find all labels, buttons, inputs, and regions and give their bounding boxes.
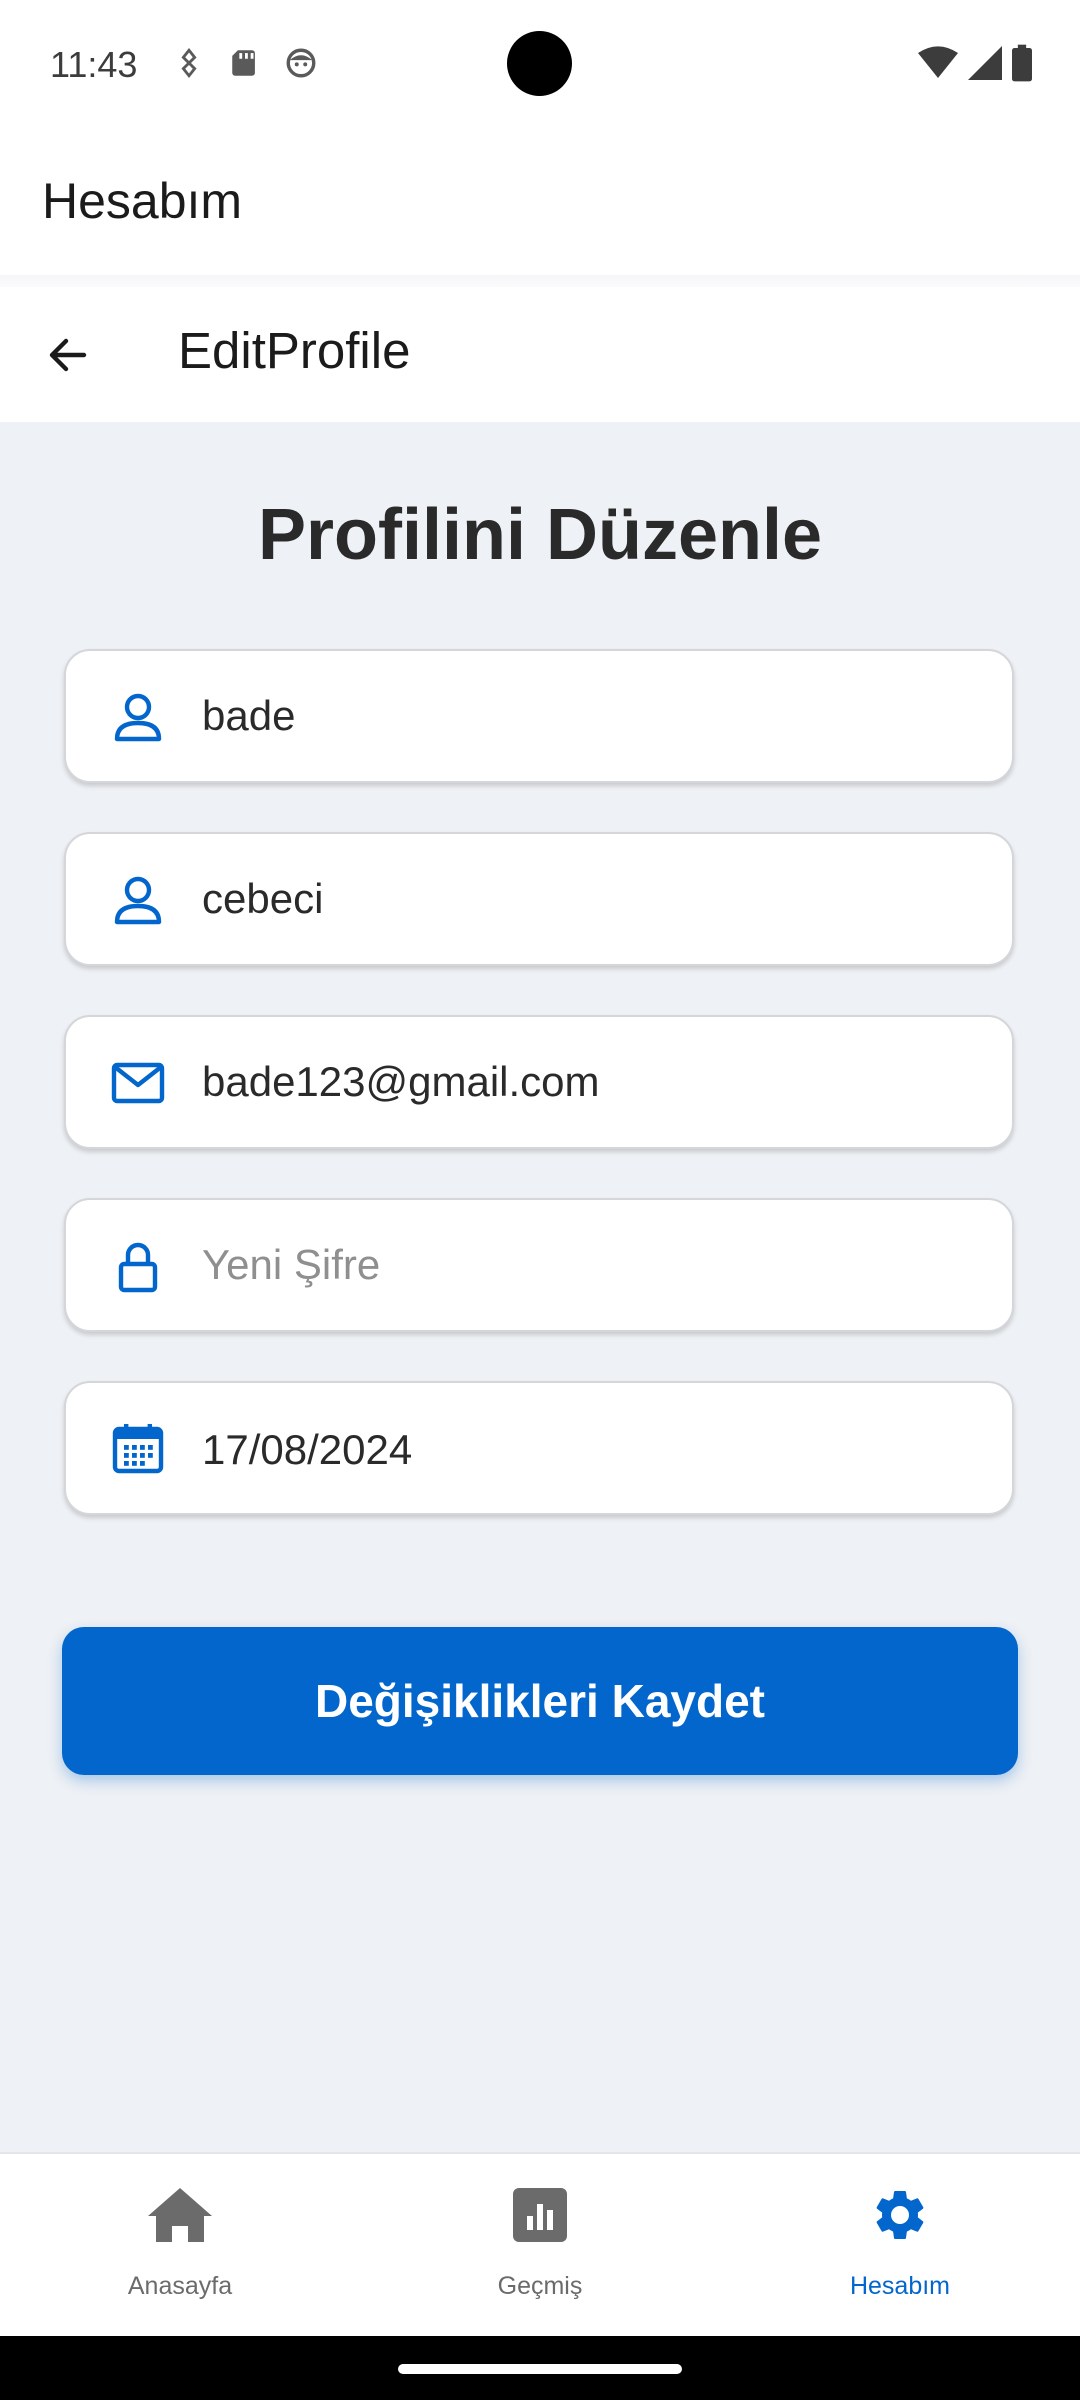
nav-item-history[interactable]: Geçmiş bbox=[360, 2154, 720, 2338]
app-bar-divider bbox=[0, 275, 1080, 287]
page-title: Profilini Düzenle bbox=[257, 495, 823, 575]
new-password-input[interactable] bbox=[202, 1200, 982, 1330]
lock-icon bbox=[110, 1238, 166, 1294]
home-gesture-handle[interactable] bbox=[398, 2364, 682, 2374]
app-bar: Hesabım bbox=[0, 130, 1080, 275]
calendar-icon bbox=[110, 1421, 166, 1477]
chart-icon bbox=[513, 2188, 567, 2242]
back-button[interactable] bbox=[30, 317, 106, 393]
nav-item-account[interactable]: Hesabım bbox=[720, 2154, 1080, 2338]
first-name-field[interactable] bbox=[64, 649, 1014, 783]
face-status-icon bbox=[286, 48, 316, 78]
first-name-input[interactable] bbox=[202, 651, 982, 781]
last-name-input[interactable] bbox=[202, 834, 982, 964]
birth-date-field[interactable]: 17/08/2024 bbox=[64, 1381, 1014, 1515]
mail-icon bbox=[110, 1055, 166, 1111]
last-name-field[interactable] bbox=[64, 832, 1014, 966]
home-icon bbox=[148, 2188, 212, 2242]
edit-profile-form: Profilini Düzenle bade cebeci bade123@gm… bbox=[0, 422, 1080, 2152]
gear-icon bbox=[876, 2191, 924, 2239]
email-field[interactable] bbox=[64, 1015, 1014, 1149]
bottom-navigation: Anasayfa Geçmiş Hesabım bbox=[0, 2152, 1080, 2336]
status-bar: 11:43 bbox=[0, 0, 1080, 130]
person-icon bbox=[110, 872, 166, 928]
email-input[interactable] bbox=[202, 1017, 982, 1147]
usb-debug-icon bbox=[181, 47, 197, 79]
status-time: 11:43 bbox=[50, 44, 138, 85]
person-icon bbox=[110, 689, 166, 745]
edit-profile-toolbar: EditProfile bbox=[0, 287, 1080, 422]
arrow-left-icon bbox=[49, 338, 87, 372]
nav-label-account: Hesabım bbox=[849, 2272, 951, 2300]
save-changes-button[interactable]: Değişiklikleri Kaydet bbox=[62, 1627, 1018, 1775]
status-notification-icons bbox=[172, 46, 318, 80]
nav-label-history: Geçmiş bbox=[497, 2272, 583, 2300]
birth-date-value: 17/08/2024 bbox=[202, 1426, 413, 1473]
battery-icon bbox=[1012, 44, 1032, 82]
app-bar-title: Hesabım bbox=[42, 173, 243, 229]
camera-cutout bbox=[507, 31, 572, 96]
sd-card-icon bbox=[232, 50, 255, 76]
nav-label-home: Anasayfa bbox=[127, 2272, 233, 2300]
toolbar-title: EditProfile bbox=[178, 322, 411, 379]
wifi-icon bbox=[918, 46, 958, 78]
signal-icon bbox=[968, 46, 1002, 80]
nav-item-home[interactable]: Anasayfa bbox=[0, 2154, 360, 2338]
status-system-icons bbox=[918, 44, 1032, 82]
system-gesture-area bbox=[0, 2336, 1080, 2400]
new-password-field[interactable] bbox=[64, 1198, 1014, 1332]
